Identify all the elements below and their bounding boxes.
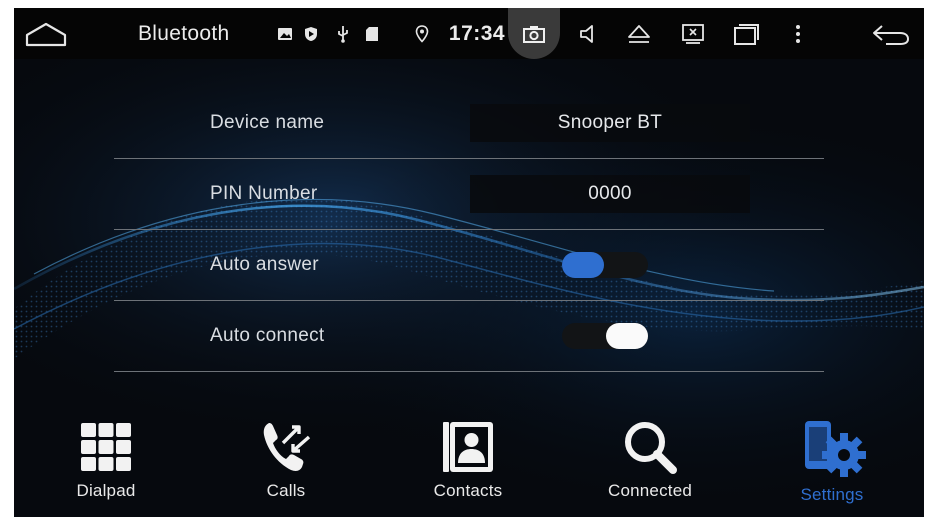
contacts-icon [441, 413, 495, 481]
eject-icon[interactable] [624, 8, 654, 59]
calls-icon [259, 413, 313, 481]
volume-icon[interactable] [574, 8, 602, 59]
nav-contacts[interactable]: Contacts [388, 413, 548, 517]
usb-icon [334, 8, 352, 59]
status-bar: Bluetooth 17:34 [14, 8, 924, 59]
search-icon [621, 413, 679, 481]
back-icon[interactable] [868, 8, 914, 59]
nav-calls-label: Calls [266, 481, 306, 500]
auto-connect-row[interactable]: Auto connect [114, 301, 824, 372]
location-icon [414, 8, 430, 59]
pin-number-row[interactable]: PIN Number 0000 [114, 159, 824, 230]
nav-dialpad-label: Dialpad [76, 481, 136, 500]
recent-apps-icon[interactable] [730, 8, 762, 59]
nav-connected-label: Connected [607, 481, 693, 500]
nav-connected[interactable]: Connected [570, 413, 730, 517]
auto-answer-row[interactable]: Auto answer [114, 230, 824, 301]
auto-connect-toggle[interactable] [562, 323, 648, 349]
camera-icon[interactable] [520, 8, 548, 59]
dialpad-icon [80, 413, 132, 481]
divider [114, 371, 824, 372]
shield-icon [302, 8, 320, 59]
auto-answer-label: Auto answer [210, 254, 319, 275]
device-name-label: Device name [210, 112, 325, 133]
home-icon[interactable] [20, 8, 72, 59]
bluetooth-settings-screen: Bluetooth 17:34 Device name Snooper BT P… [14, 8, 924, 517]
pin-number-field[interactable]: 0000 [470, 175, 750, 213]
nav-settings[interactable]: Settings [752, 413, 912, 517]
nav-contacts-label: Contacts [433, 481, 503, 500]
auto-answer-toggle[interactable] [562, 252, 648, 278]
pin-number-label: PIN Number [210, 183, 318, 204]
nav-calls[interactable]: Calls [206, 413, 366, 517]
toggle-knob [562, 252, 604, 278]
auto-connect-label: Auto connect [210, 325, 325, 346]
device-name-row[interactable]: Device name Snooper BT [114, 88, 824, 159]
clock-time: 17:34 [448, 21, 506, 45]
sd-card-icon [364, 8, 380, 59]
nav-dialpad[interactable]: Dialpad [26, 413, 186, 517]
nav-settings-label: Settings [800, 485, 864, 504]
phone-settings-icon [797, 413, 867, 485]
more-icon[interactable] [790, 8, 806, 59]
image-icon [276, 8, 294, 59]
device-name-field[interactable]: Snooper BT [470, 104, 750, 142]
toggle-knob [606, 323, 648, 349]
close-window-icon[interactable] [678, 8, 708, 59]
app-title: Bluetooth [138, 21, 230, 45]
